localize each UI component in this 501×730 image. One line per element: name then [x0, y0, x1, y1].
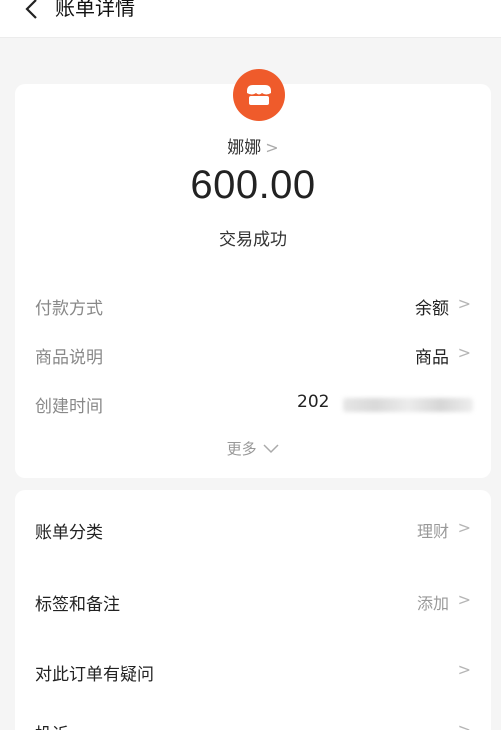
- detail-value: 商品: [415, 348, 449, 368]
- action-label: 对此订单有疑问: [35, 665, 154, 685]
- redacted-blur: [343, 398, 473, 412]
- action-value: 理财: [416, 522, 449, 541]
- action-row-category[interactable]: 账单分类 理财 >: [35, 514, 475, 546]
- action-row-order-question[interactable]: 对此订单有疑问 >: [35, 656, 475, 688]
- merchant-name-link[interactable]: 娜娜 >: [15, 133, 491, 158]
- chevron-right-icon: >: [457, 720, 471, 730]
- detail-row-created-time: 创建时间 202: [35, 388, 475, 418]
- action-row-complaint[interactable]: 投诉 >: [35, 716, 475, 730]
- bill-actions-card: 账单分类 理财 > 标签和备注 添加 > 对此订单有疑问 > 投诉 >: [15, 490, 491, 730]
- more-button[interactable]: 更多: [15, 438, 491, 459]
- detail-row-product-desc[interactable]: 商品说明 商品 >: [35, 339, 475, 369]
- chevron-down-icon: [263, 444, 279, 454]
- detail-label: 付款方式: [35, 299, 103, 319]
- bill-amount: 600.00: [190, 163, 316, 207]
- chevron-right-icon: >: [457, 590, 471, 609]
- merchant-avatar: [233, 69, 285, 121]
- chevron-right-icon: >: [457, 660, 471, 679]
- action-label: 标签和备注: [35, 595, 120, 615]
- action-label: 账单分类: [35, 523, 103, 543]
- detail-label: 创建时间: [35, 397, 103, 417]
- action-label: 投诉: [35, 720, 69, 730]
- transaction-status: 交易成功: [219, 230, 287, 250]
- detail-label: 商品说明: [35, 348, 103, 368]
- bill-summary-card: 娜娜 > 600.00 交易成功 付款方式 余额 > 商品说明 商品 > 创建时间…: [15, 69, 491, 478]
- detail-row-payment-method[interactable]: 付款方式 余额 >: [35, 290, 475, 320]
- action-value: 添加: [416, 594, 449, 613]
- chevron-right-icon: >: [265, 138, 279, 157]
- chevron-right-icon: >: [457, 343, 471, 362]
- detail-value: 202: [297, 392, 330, 412]
- chevron-left-icon: [25, 0, 37, 19]
- chevron-right-icon: >: [457, 518, 471, 537]
- store-icon: [247, 85, 271, 105]
- nav-bar: 账单详情: [0, 0, 501, 38]
- back-button[interactable]: [16, 0, 46, 24]
- merchant-name: 娜娜: [227, 138, 262, 158]
- action-row-tags-notes[interactable]: 标签和备注 添加 >: [35, 586, 475, 618]
- detail-value: 余额: [415, 299, 449, 319]
- chevron-right-icon: >: [457, 294, 471, 313]
- more-label: 更多: [226, 440, 257, 458]
- page-title: 账单详情: [55, 0, 135, 20]
